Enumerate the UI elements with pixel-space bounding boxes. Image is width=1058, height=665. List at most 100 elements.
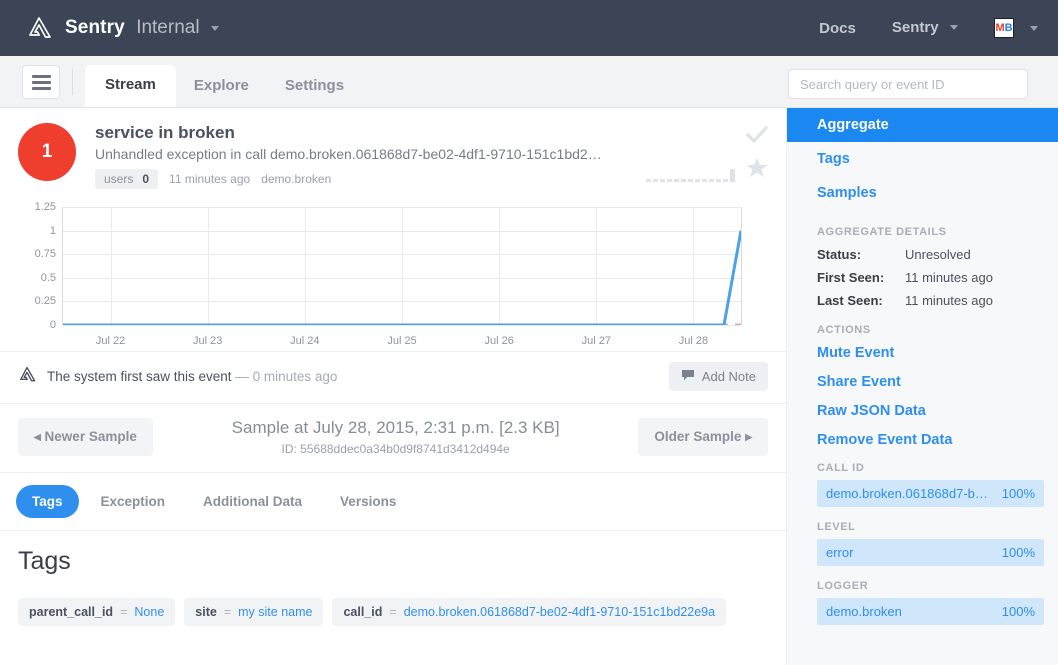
event-header: 1 service in broken Unhandled exception … bbox=[0, 108, 786, 199]
top-header: Sentry Internal Docs Sentry MB bbox=[0, 0, 1058, 56]
chart-series-layer bbox=[63, 230, 741, 325]
distribution-percent: 100% bbox=[1001, 486, 1035, 501]
chevron-down-icon[interactable] bbox=[1030, 25, 1038, 31]
older-sample-label: Older Sample bbox=[654, 429, 742, 444]
detail-value: 11 minutes ago bbox=[905, 270, 993, 285]
detail-value: Unresolved bbox=[905, 247, 971, 262]
chart-y-tick: 0.5 bbox=[40, 271, 56, 284]
users-count: 0 bbox=[142, 172, 150, 186]
chart-y-tick: 0.25 bbox=[34, 295, 56, 308]
tag-distributions: CALL ID demo.broken.061868d7-be02… 100% LEV… bbox=[787, 462, 1058, 625]
tag-key: site bbox=[195, 605, 217, 619]
star-icon[interactable] bbox=[746, 157, 768, 178]
tag-value[interactable]: my site name bbox=[238, 605, 312, 619]
tag-list: parent_call_id = None site = my site name call… bbox=[18, 598, 768, 626]
tag-value[interactable]: demo.broken.061868d7-be02-4df1-9710-151c… bbox=[404, 605, 715, 619]
distribution-bar: demo.broken.061868d7-be02… 100% bbox=[817, 480, 1044, 507]
triangle-right-icon: ▸ bbox=[745, 429, 752, 444]
annotation-text: The system first saw this event — 0 minu… bbox=[47, 369, 337, 384]
sample-id: ID: 55688ddec0a34b0d9f8741d3412d494e bbox=[281, 442, 510, 456]
event-title[interactable]: service in broken bbox=[95, 123, 768, 143]
content-tab-exception[interactable]: Exception bbox=[85, 485, 182, 518]
tag-value[interactable]: None bbox=[134, 605, 164, 619]
actions-section: ACTIONS Mute Event Share Event Raw JSON Da… bbox=[787, 324, 1058, 448]
event-subtitle: Unhandled exception in call demo.broken.… bbox=[95, 146, 602, 162]
distribution-name[interactable]: demo.broken.061868d7-be02… bbox=[826, 486, 992, 501]
tag-key: parent_call_id bbox=[29, 605, 114, 619]
search-input[interactable] bbox=[788, 69, 1028, 99]
avatar[interactable]: MB bbox=[994, 18, 1014, 38]
chart-x-tick: Jul 28 bbox=[678, 335, 709, 347]
tab-stream[interactable]: Stream bbox=[85, 65, 176, 107]
docs-link[interactable]: Docs bbox=[819, 20, 856, 37]
distribution-bar: error 100% bbox=[817, 539, 1044, 566]
content-tabs: Tags Exception Additional Data Versions bbox=[0, 472, 786, 531]
event-annotation-row: The system first saw this event — 0 minu… bbox=[0, 351, 786, 403]
nav-divider bbox=[72, 69, 73, 95]
brand[interactable]: Sentry Internal bbox=[26, 16, 220, 40]
detail-value: 11 minutes ago bbox=[905, 293, 993, 308]
tag-key: call_id bbox=[343, 605, 383, 619]
aggregate-details-section: AGGREGATE DETAILS Status: Unresolved First… bbox=[787, 226, 1058, 308]
event-age: 11 minutes ago bbox=[169, 172, 251, 186]
detail-row: First Seen: 11 minutes ago bbox=[817, 270, 1044, 285]
org-menu-link[interactable]: Sentry bbox=[892, 19, 939, 36]
tab-explore[interactable]: Explore bbox=[176, 67, 267, 107]
aggregate-details-list: Status: Unresolved First Seen: 11 minutes a… bbox=[817, 247, 1044, 308]
action-mute-event[interactable]: Mute Event bbox=[817, 345, 1044, 361]
distribution-label: LOGGER bbox=[817, 580, 869, 592]
action-remove-event-data[interactable]: Remove Event Data bbox=[817, 432, 1044, 448]
chart-x-tick: Jul 27 bbox=[581, 335, 611, 347]
page-body: 1 service in broken Unhandled exception … bbox=[0, 108, 1058, 665]
annotation-time: 0 minutes ago bbox=[252, 369, 338, 384]
checkmark-icon[interactable] bbox=[746, 126, 768, 144]
distribution-bar: demo.broken 100% bbox=[817, 598, 1044, 625]
chevron-down-icon[interactable] bbox=[211, 26, 220, 32]
hamburger-icon[interactable] bbox=[22, 65, 60, 99]
aggregate-details-label: AGGREGATE DETAILS bbox=[817, 226, 947, 238]
chart-x-tick: Jul 24 bbox=[290, 335, 320, 347]
newer-sample-button[interactable]: ◂ Newer Sample bbox=[18, 418, 153, 456]
distribution-label: LEVEL bbox=[817, 521, 856, 533]
detail-key: Last Seen: bbox=[817, 293, 883, 308]
detail-key: Status: bbox=[817, 247, 862, 262]
brand-name: Sentry bbox=[65, 17, 125, 38]
add-note-label: Add Note bbox=[701, 369, 756, 384]
chart-plot-area bbox=[62, 207, 742, 326]
distribution-name[interactable]: demo.broken bbox=[826, 604, 992, 619]
chart-y-tick: 1 bbox=[49, 224, 56, 237]
sidebar-item-tags[interactable]: Tags bbox=[787, 142, 1058, 176]
tab-settings[interactable]: Settings bbox=[267, 67, 362, 107]
action-share-event[interactable]: Share Event bbox=[817, 374, 1044, 390]
add-note-button[interactable]: Add Note bbox=[668, 362, 768, 391]
sidebar-nav: Aggregate Tags Samples bbox=[787, 108, 1058, 210]
older-sample-button[interactable]: Older Sample ▸ bbox=[638, 418, 768, 456]
action-raw-json-data[interactable]: Raw JSON Data bbox=[817, 403, 1044, 419]
tag-item: parent_call_id = None bbox=[18, 598, 176, 626]
chart-x-axis: Jul 22 Jul 23 Jul 24 Jul 25 Jul 26 Jul 27 Jul … bbox=[62, 327, 742, 347]
content-tab-versions[interactable]: Versions bbox=[324, 485, 412, 518]
event-chart: Jul 22 Jul 23 Jul 24 Jul 25 Jul 26 Jul 27 Jul … bbox=[0, 199, 786, 351]
sidebar-item-aggregate[interactable]: Aggregate bbox=[787, 108, 1058, 142]
sidebar: Aggregate Tags Samples AGGREGATE DETAILS… bbox=[786, 108, 1058, 665]
chart-x-tick: Jul 22 bbox=[95, 335, 126, 347]
chart-canvas: Jul 22 Jul 23 Jul 24 Jul 25 Jul 26 Jul 27 Jul … bbox=[18, 201, 742, 347]
org-name: Internal bbox=[136, 17, 200, 38]
avatar-initial-1: M bbox=[995, 21, 1005, 34]
chart-gridline bbox=[63, 325, 741, 326]
chart-y-tick: 1.25 bbox=[34, 201, 56, 213]
chart-series-events bbox=[63, 230, 741, 325]
content-tab-additional-data[interactable]: Additional Data bbox=[187, 485, 318, 518]
sidebar-item-samples[interactable]: Samples bbox=[787, 176, 1058, 210]
content-tab-tags[interactable]: Tags bbox=[16, 485, 79, 518]
chevron-down-icon[interactable] bbox=[950, 25, 958, 31]
chart-x-tick: Jul 25 bbox=[387, 335, 417, 347]
distribution-group: CALL ID demo.broken.061868d7-be02… 100% bbox=[787, 462, 1058, 507]
tag-item: call_id = demo.broken.061868d7-be02-4df1-9… bbox=[332, 598, 727, 626]
chart-x-tick: Jul 23 bbox=[193, 335, 223, 347]
detail-row: Last Seen: 11 minutes ago bbox=[817, 293, 1044, 308]
actions-label: ACTIONS bbox=[817, 324, 871, 336]
distribution-name[interactable]: error bbox=[826, 545, 992, 560]
detail-row: Status: Unresolved bbox=[817, 247, 1044, 262]
users-badge: users 0 bbox=[95, 169, 159, 189]
